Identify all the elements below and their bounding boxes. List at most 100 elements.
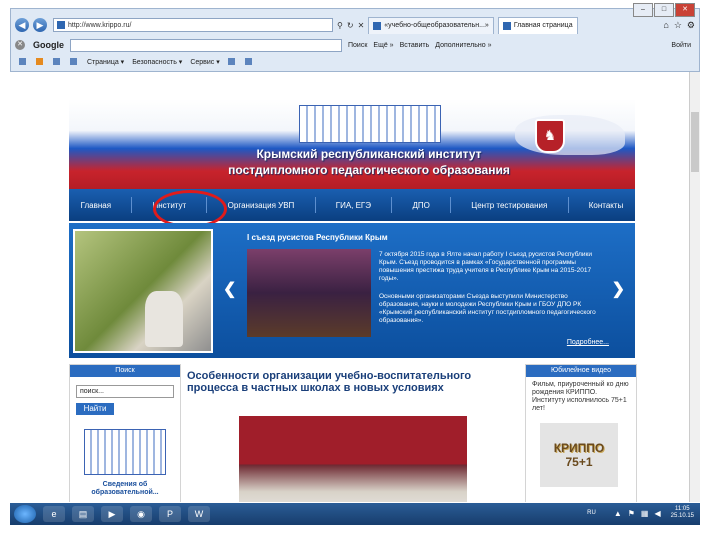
network-icon[interactable]: ▦ (641, 509, 649, 518)
forward-button[interactable]: ▶ (33, 18, 47, 32)
address-text: http://www.krippo.ru/ (68, 21, 132, 29)
nav-divider (131, 197, 133, 213)
left-sidebar: Поиск поиск... Найти Сведения об образов… (69, 364, 181, 502)
arrow-up-icon[interactable]: ▲ (614, 509, 622, 518)
media-player-icon[interactable]: ▶ (101, 506, 123, 522)
refresh-icon[interactable]: ↻ (347, 21, 354, 30)
banner-title-line1: Крымский республиканский институт (256, 147, 482, 161)
vertical-scrollbar[interactable] (689, 72, 700, 502)
site-favicon-icon (57, 21, 65, 29)
powerpoint-icon[interactable]: P (159, 506, 181, 522)
statue-graphic (145, 291, 183, 347)
site-banner: ♞ Крымский республиканский институт пост… (69, 99, 635, 189)
nav-item-testing-center[interactable]: Центр тестирования (468, 201, 550, 210)
google-toolbar: ✕ Google Поиск Ещё » Вставить Дополнител… (11, 37, 699, 53)
google-search-input[interactable] (70, 38, 342, 52)
home-icon[interactable]: ⌂ (663, 20, 668, 31)
search-input[interactable]: поиск... (76, 385, 174, 398)
video-description: Фильм, приуроченный ко дню рождения КРИП… (532, 381, 629, 412)
stop-icon[interactable]: ✕ (358, 21, 365, 30)
nav-item-contacts[interactable]: Контакты (586, 201, 627, 210)
tab-2[interactable]: Главная страница (497, 16, 578, 34)
nav-item-exams[interactable]: ГИА, ЕГЭ (333, 201, 374, 210)
safety-menu[interactable]: Безопасность ▾ (132, 58, 182, 66)
folder-icon[interactable]: ▤ (72, 506, 94, 522)
command-bar: Страница ▾ Безопасность ▾ Сервис ▾ (11, 55, 699, 69)
info-link[interactable]: Сведения об образовательной... (70, 481, 180, 497)
nav-item-dpo[interactable]: ДПО (409, 201, 432, 210)
search-icon[interactable]: ⚲ (337, 21, 343, 30)
nav-divider (450, 197, 452, 213)
building-thumbnail[interactable] (84, 429, 166, 475)
language-indicator[interactable]: RU (587, 510, 596, 516)
slide-heading[interactable]: I съезд русистов Республики Крым (247, 233, 388, 242)
site-container: ♞ Крымский республиканский институт пост… (69, 99, 637, 502)
slider-prev-button[interactable]: ❮ (223, 279, 236, 299)
nav-divider (567, 197, 569, 213)
close-toolbar-icon[interactable]: ✕ (15, 40, 25, 50)
congress-photo (247, 249, 371, 337)
start-button[interactable] (14, 505, 36, 523)
address-bar[interactable]: http://www.krippo.ru/ (53, 18, 333, 32)
nav-divider (391, 197, 393, 213)
slide-text-1: 7 октября 2015 года в Ялте начал работу … (379, 251, 593, 282)
search-button[interactable]: Найти (76, 403, 114, 415)
tab-label: «учебно-общеобразовательн...» (384, 22, 489, 29)
ie-icon[interactable]: e (43, 506, 65, 522)
institute-building-graphic (299, 105, 441, 143)
video-anniversary-number: 75+1 (565, 455, 593, 469)
article-title[interactable]: Особенности организации учебно-воспитате… (187, 370, 497, 394)
news-slider: ❮ I съезд русистов Республики Крым 7 окт… (69, 223, 635, 358)
google-logo: Google (33, 40, 64, 50)
tab-1[interactable]: «учебно-общеобразовательн...» (368, 16, 494, 34)
nav-item-home[interactable]: Главная (78, 201, 114, 210)
system-tray: RU ▲ ⚑ ▦ ◀ 11:05 25.10.15 (587, 506, 694, 520)
tools-menu[interactable]: Сервис ▾ (190, 58, 219, 66)
right-sidebar: Юбилейное видео Фильм, приуроченный ко д… (525, 364, 637, 502)
google-more-button[interactable]: Ещё » (373, 42, 393, 49)
page-menu[interactable]: Страница ▾ (87, 58, 124, 66)
flag-icon[interactable]: ⚑ (628, 509, 635, 518)
clock[interactable]: 11:05 25.10.15 (671, 506, 694, 520)
chrome-icon[interactable]: ◉ (130, 506, 152, 522)
video-panel-title: Юбилейное видео (526, 365, 636, 377)
volume-icon[interactable]: ◀ (654, 509, 660, 518)
content-area: Поиск поиск... Найти Сведения об образов… (69, 364, 637, 502)
help-icon[interactable] (227, 58, 237, 66)
banner-title-line2: постдипломного педагогического образован… (228, 163, 510, 177)
tab-label: Главная страница (513, 22, 573, 29)
print-icon[interactable] (70, 58, 79, 66)
monument-photo (73, 229, 213, 353)
address-row: ◀ ▶ http://www.krippo.ru/ ⚲ ↻ ✕ «учебно-… (11, 15, 699, 35)
home-icon[interactable] (19, 58, 28, 66)
browser-chrome: – □ ✕ ◀ ▶ http://www.krippo.ru/ ⚲ ↻ ✕ «у… (10, 3, 700, 72)
article-photo (239, 416, 467, 502)
back-button[interactable]: ◀ (15, 18, 29, 32)
browser-right-icons: ⌂ ☆ ⚙ (658, 20, 695, 31)
clock-date: 25.10.15 (670, 513, 694, 519)
word-icon[interactable]: W (188, 506, 210, 522)
research-icon[interactable] (244, 58, 254, 66)
nav-divider (314, 197, 316, 213)
tab-favicon-icon (373, 21, 382, 30)
search-panel-title: Поиск (70, 365, 180, 377)
feeds-icon[interactable] (36, 58, 45, 66)
slide-more-link[interactable]: Подробнее... (567, 339, 609, 346)
favorites-star-icon[interactable]: ☆ (674, 20, 682, 31)
google-paste-button[interactable]: Вставить (400, 42, 430, 49)
slider-next-button[interactable]: ❯ (612, 279, 625, 299)
slide-text-2: Основными организаторами Съезда выступил… (379, 293, 596, 324)
page-viewport: ♞ Крымский республиканский институт пост… (10, 72, 700, 502)
gear-icon[interactable]: ⚙ (687, 20, 695, 31)
video-logo-text: КРИППО (553, 441, 605, 455)
video-thumbnail[interactable]: КРИППО 75+1 (540, 423, 618, 487)
google-search-button[interactable]: Поиск (348, 42, 367, 49)
google-advanced-button[interactable]: Дополнительно » (435, 42, 491, 49)
main-navigation: Главная Институт Организация УВП ГИА, ЕГ… (69, 189, 635, 228)
mail-icon[interactable] (53, 58, 62, 66)
clock-time: 11:05 (675, 506, 690, 512)
google-signin-button[interactable]: Войти (671, 42, 691, 49)
scrollbar-thumb[interactable] (691, 112, 699, 172)
nav-item-organization[interactable]: Организация УВП (225, 201, 298, 210)
windows-taskbar: e ▤ ▶ ◉ P W RU ▲ ⚑ ▦ ◀ 11:05 25.10.15 (10, 503, 700, 525)
